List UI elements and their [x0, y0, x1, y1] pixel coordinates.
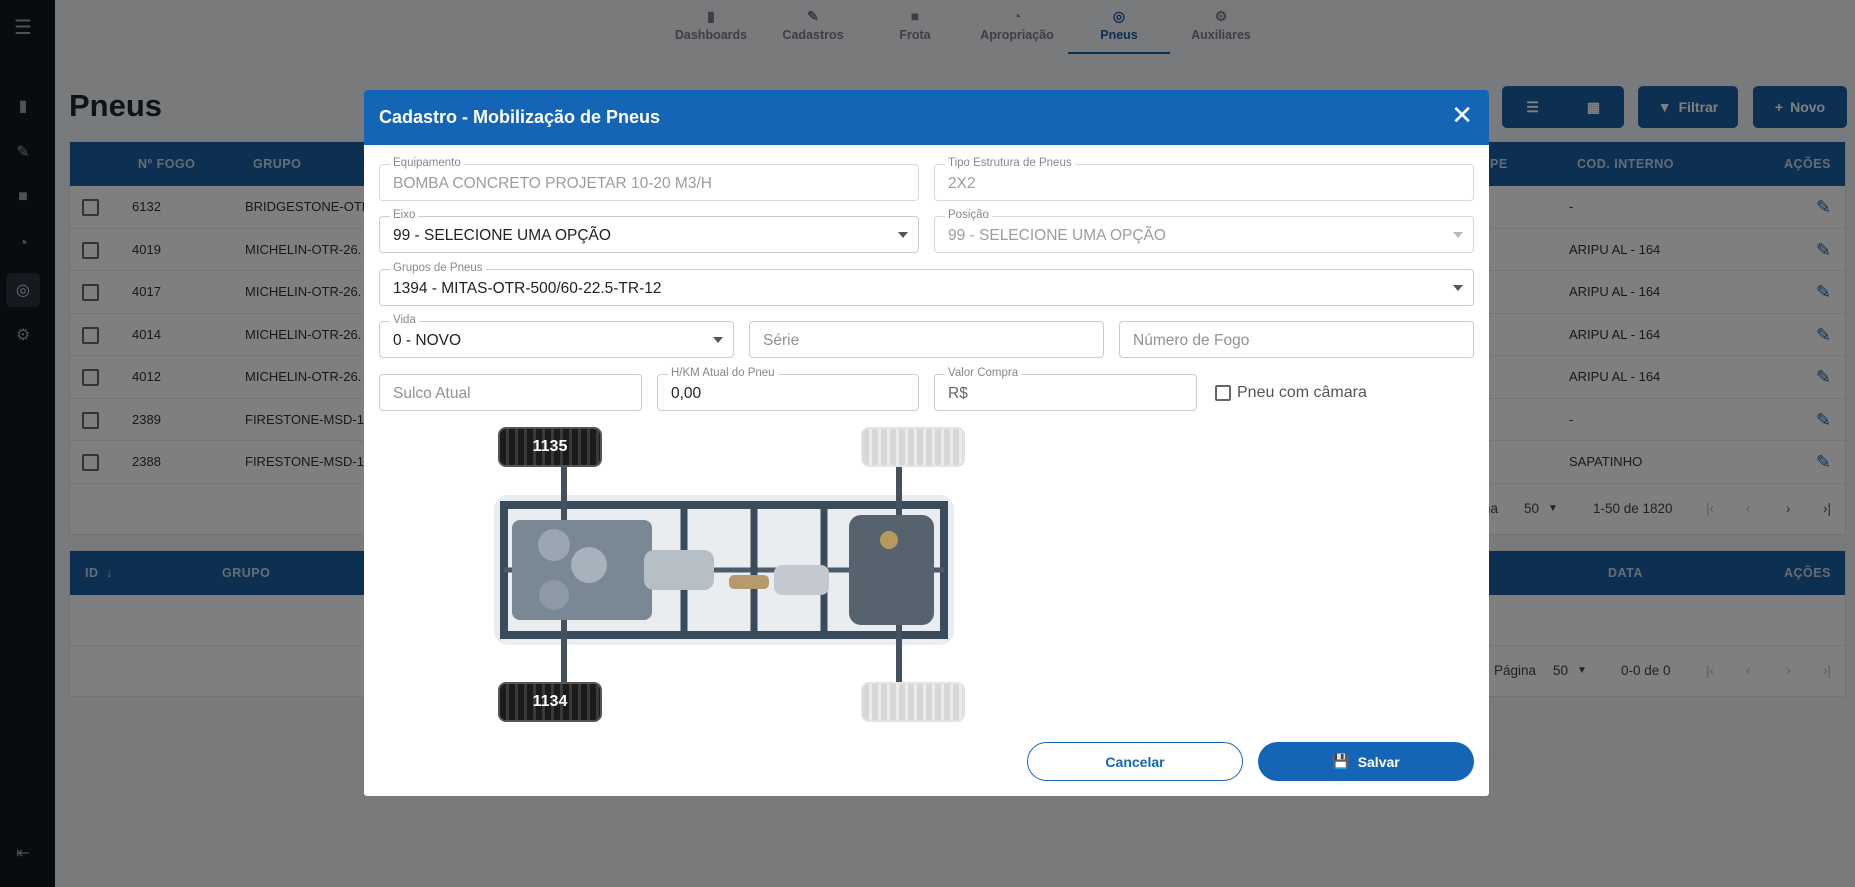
tire-rear-right[interactable] — [861, 682, 965, 722]
field-label: Grupos de Pneus — [390, 262, 486, 274]
checkbox-box[interactable] — [1215, 385, 1231, 401]
save-label: Salvar — [1357, 753, 1400, 770]
chevron-down-icon — [713, 337, 723, 343]
eixo-select[interactable]: Eixo 99 - SELECIONE UMA OPÇÃO — [379, 209, 919, 253]
tipo-estrutura-field: Tipo Estrutura de Pneus 2X2 — [934, 157, 1474, 201]
field-label: Posição — [945, 209, 992, 221]
valor-compra-input[interactable]: Valor Compra R$ — [934, 367, 1197, 411]
field-value: 2X2 — [948, 175, 976, 192]
tire-label: 1135 — [532, 438, 568, 455]
grupos-pneus-select[interactable]: Grupos de Pneus 1394 - MITAS-OTR-500/60-… — [379, 262, 1474, 306]
modal-header: Cadastro - Mobilização de Pneus ✕ — [364, 90, 1489, 145]
field-value: 0,00 — [671, 385, 702, 402]
field-value: 99 - SELECIONE UMA OPÇÃO — [393, 227, 611, 244]
field-label: Valor Compra — [945, 367, 1022, 379]
tire-front-left[interactable]: 1135 — [498, 427, 602, 467]
modal-title: Cadastro - Mobilização de Pneus — [379, 107, 661, 127]
field-value: BOMBA CONCRETO PROJETAR 10-20 M3/H — [393, 175, 712, 192]
field-label: H/KM Atual do Pneu — [668, 367, 778, 379]
chevron-down-icon — [1453, 232, 1463, 238]
field-label: Vida — [390, 314, 419, 326]
field-label: Eixo — [390, 209, 419, 221]
field-placeholder: Sulco Atual — [393, 385, 471, 402]
tire-label: 1134 — [532, 693, 568, 710]
chevron-down-icon — [898, 232, 908, 238]
field-value: R$ — [948, 385, 968, 402]
field-label: Equipamento — [390, 157, 464, 169]
field-value: 1394 - MITAS-OTR-500/60-22.5-TR-12 — [393, 280, 662, 297]
numero-fogo-input[interactable]: Número de Fogo — [1119, 321, 1474, 358]
save-icon: 💾 — [1332, 753, 1350, 769]
cancel-button[interactable]: Cancelar — [1027, 742, 1243, 781]
field-placeholder: Número de Fogo — [1133, 332, 1250, 349]
hkm-input[interactable]: H/KM Atual do Pneu 0,00 — [657, 367, 919, 411]
field-value: 0 - NOVO — [393, 332, 462, 349]
checkbox-label: Pneu com câmara — [1237, 384, 1367, 401]
equipamento-field: Equipamento BOMBA CONCRETO PROJETAR 10-2… — [379, 157, 919, 201]
close-icon[interactable]: ✕ — [1451, 102, 1473, 128]
tire-rear-left[interactable]: 1134 — [498, 682, 602, 722]
pneu-camara-checkbox[interactable]: Pneu com câmara — [1215, 384, 1367, 402]
sulco-atual-input[interactable]: Sulco Atual — [379, 374, 642, 411]
chevron-down-icon — [1453, 285, 1463, 291]
tire-front-right[interactable] — [861, 427, 965, 467]
save-button[interactable]: 💾 Salvar — [1258, 742, 1474, 781]
vida-select[interactable]: Vida 0 - NOVO — [379, 314, 734, 358]
chassis-image — [494, 455, 954, 700]
mobilization-modal: Cadastro - Mobilização de Pneus ✕ Equipa… — [364, 90, 1489, 796]
cancel-label: Cancelar — [1105, 753, 1165, 770]
field-value: 99 - SELECIONE UMA OPÇÃO — [948, 227, 1166, 244]
serie-input[interactable]: Série — [749, 321, 1104, 358]
field-label: Tipo Estrutura de Pneus — [945, 157, 1075, 169]
posicao-select: Posição 99 - SELECIONE UMA OPÇÃO — [934, 209, 1474, 253]
field-placeholder: Série — [763, 332, 800, 349]
